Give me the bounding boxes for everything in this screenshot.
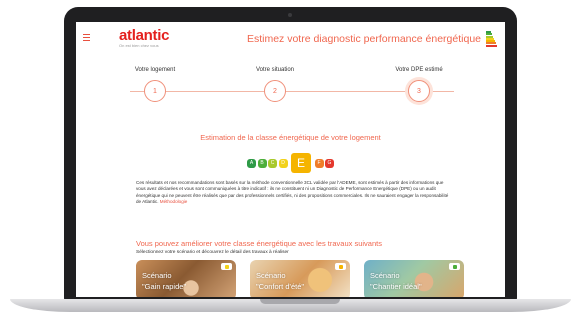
estimation-title: Estimation de la classe énergétique de v…	[200, 133, 381, 142]
brand-logo[interactable]: atlantic On est bien chez vous	[119, 27, 169, 48]
improve-title: Vous pouvez améliorer votre classe énerg…	[136, 239, 382, 248]
menu-icon[interactable]	[83, 34, 90, 43]
step-label-1: Votre logement	[134, 67, 176, 73]
energy-label-icon	[486, 31, 498, 47]
class-f: F	[314, 158, 324, 168]
energy-badge-icon	[335, 263, 346, 270]
page-title: Estimez votre diagnostic performance éne…	[246, 33, 481, 45]
card-label-bottom: "Chantier idéal"	[370, 282, 422, 291]
disclaimer-text: Ces résultats et nos recommandations son…	[136, 180, 454, 205]
methodology-link[interactable]: Méthodologie	[160, 199, 188, 204]
step-2-circle[interactable]: 2	[264, 80, 286, 102]
laptop-notch	[260, 299, 340, 304]
class-c: C	[268, 158, 277, 168]
card-label-top: Scénario	[256, 271, 286, 280]
webcam-icon	[288, 13, 292, 17]
scenario-card-confort-ete[interactable]: Scénario "Confort d'été"	[250, 260, 350, 297]
energy-badge-icon	[221, 263, 232, 270]
class-e-selected: E	[291, 153, 311, 173]
class-d: D	[278, 158, 288, 168]
energy-class-scale: A B C D E F G	[247, 153, 334, 173]
card-label-top: Scénario	[142, 271, 172, 280]
step-1-circle[interactable]: 1	[144, 80, 166, 102]
scenario-card-gain-rapide[interactable]: Scénario "Gain rapide"	[136, 260, 236, 297]
energy-badge-icon	[449, 263, 460, 270]
stepper-line	[130, 91, 454, 92]
class-g: G	[325, 158, 334, 168]
class-a: A	[247, 158, 256, 168]
step-label-3: Votre DPE estimé	[395, 67, 443, 73]
improve-subtitle: Sélectionnez votre scénario et découvrez…	[136, 250, 289, 255]
laptop-base	[10, 299, 571, 312]
laptop-lid: atlantic On est bien chez vous Estimez v…	[64, 7, 517, 300]
laptop-screen: atlantic On est bien chez vous Estimez v…	[76, 22, 505, 297]
scenario-card-chantier-ideal[interactable]: Scénario "Chantier idéal"	[364, 260, 464, 297]
step-3-circle[interactable]: 3	[408, 80, 430, 102]
class-b: B	[257, 158, 267, 168]
card-label-top: Scénario	[370, 271, 400, 280]
step-label-2: Votre situation	[255, 67, 295, 73]
card-label-bottom: "Gain rapide"	[142, 282, 187, 291]
logo-text: atlantic	[119, 27, 170, 44]
card-label-bottom: "Confort d'été"	[256, 282, 305, 291]
